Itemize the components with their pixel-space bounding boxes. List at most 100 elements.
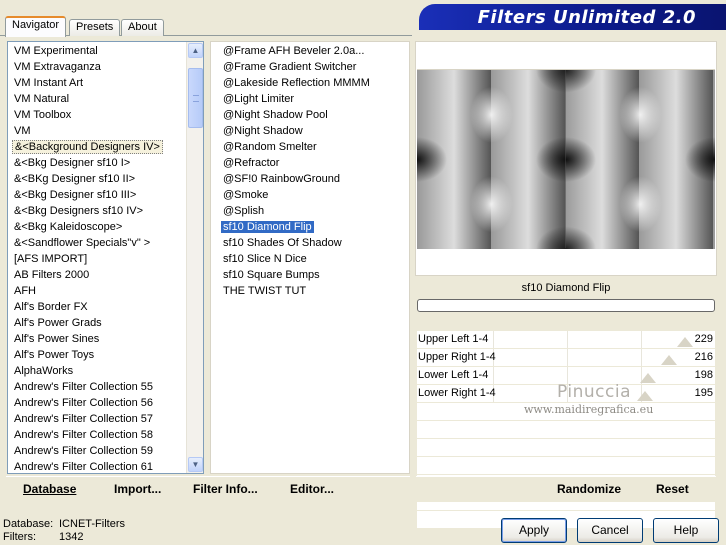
filter-item[interactable]: @Random Smelter — [217, 139, 409, 155]
filter-item[interactable]: sf10 Shades Of Shadow — [217, 235, 409, 251]
param-value: 195 — [694, 387, 713, 399]
filter-item[interactable]: @Splish — [217, 203, 409, 219]
watermark-name: Pinuccia — [557, 382, 631, 402]
category-item-label: Alf's Border FX — [14, 301, 88, 313]
apply-button[interactable]: Apply — [501, 518, 567, 543]
category-item[interactable]: [AFS IMPORT] — [8, 251, 203, 267]
slider-thumb[interactable] — [637, 391, 653, 401]
filters-info-value: 1342 — [59, 531, 84, 543]
right-toolbar: Randomize Reset — [416, 476, 716, 502]
category-item[interactable]: VM Extravaganza — [8, 59, 203, 75]
filter-item[interactable]: @Lakeside Reflection MMMM — [217, 75, 409, 91]
filter-item[interactable]: @SF!0 RainbowGround — [217, 171, 409, 187]
category-item[interactable]: Alf's Power Toys — [8, 347, 203, 363]
filter-item[interactable]: sf10 Diamond Flip — [217, 219, 409, 235]
category-item[interactable]: Alf's Power Sines — [8, 331, 203, 347]
category-item[interactable]: VM Natural — [8, 91, 203, 107]
filter-item[interactable]: @Frame AFH Beveler 2.0a... — [217, 43, 409, 59]
param-label: Upper Right 1-4 — [418, 351, 496, 363]
filter-item[interactable]: @Refractor — [217, 155, 409, 171]
category-item-label: VM Extravaganza — [14, 61, 101, 73]
category-list[interactable]: VM Experimental VM Extravaganza VM Instant… — [7, 41, 204, 474]
chevron-up-icon[interactable]: ▲ — [188, 43, 203, 58]
tab-navigator[interactable]: Navigator — [5, 16, 67, 37]
filter-info-button[interactable]: Filter Info... — [193, 482, 258, 496]
category-item-label: VM — [14, 125, 31, 137]
category-item-label: &<BKg Designer sf10 II> — [14, 173, 136, 185]
chevron-down-icon[interactable]: ▼ — [188, 457, 203, 472]
category-item[interactable]: AlphaWorks — [8, 363, 203, 379]
filter-item[interactable]: @Frame Gradient Switcher — [217, 59, 409, 75]
tab-about[interactable]: About — [121, 19, 164, 36]
database-info-label: Database: — [3, 518, 54, 530]
category-item-label: VM Experimental — [14, 45, 98, 57]
slider-thumb[interactable] — [677, 337, 693, 347]
category-item[interactable]: Andrew's Filter Collection 59 — [8, 443, 203, 459]
filter-item-label: @Light Limiter — [223, 93, 295, 105]
param-value: 198 — [694, 369, 713, 381]
param-label: Lower Left 1-4 — [418, 369, 489, 381]
param-slider-row[interactable]: Upper Right 1-4 216 — [417, 349, 715, 367]
tab-presets[interactable]: Presets — [69, 19, 121, 36]
category-item[interactable]: &<Bkg Designer sf10 III> — [8, 187, 203, 203]
filter-item[interactable]: @Smoke — [217, 187, 409, 203]
apply-label: Apply — [518, 523, 550, 537]
category-item[interactable]: Alf's Power Grads — [8, 315, 203, 331]
filter-item-label: @Smoke — [223, 189, 269, 201]
category-item-label: VM Natural — [14, 93, 70, 105]
category-item-label: VM Toolbox — [14, 109, 72, 121]
filter-item-label: sf10 Slice N Dice — [223, 253, 307, 265]
scrollbar-thumb[interactable] — [188, 68, 203, 128]
category-item[interactable]: Andrew's Filter Collection 58 — [8, 427, 203, 443]
category-item[interactable]: &<BKg Designer sf10 II> — [8, 171, 203, 187]
slider-thumb[interactable] — [661, 355, 677, 365]
help-button[interactable]: Help — [653, 518, 719, 543]
selected-filter-name: sf10 Diamond Flip — [521, 282, 611, 294]
category-item[interactable]: &<Bkg Designer sf10 I> — [8, 155, 203, 171]
category-item-label: &<Sandflower Specials"v" > — [14, 237, 151, 249]
param-label: Lower Right 1-4 — [418, 387, 496, 399]
category-item[interactable]: Andrew's Filter Collection 56 — [8, 395, 203, 411]
filter-item[interactable]: @Light Limiter — [217, 91, 409, 107]
slider-thumb[interactable] — [640, 373, 656, 383]
filter-item[interactable]: sf10 Slice N Dice — [217, 251, 409, 267]
category-item-label: AlphaWorks — [14, 365, 74, 377]
category-item[interactable]: &<Bkg Kaleidoscope> — [8, 219, 203, 235]
category-item[interactable]: VM — [8, 123, 203, 139]
filter-item[interactable]: @Night Shadow Pool — [217, 107, 409, 123]
param-label: Upper Left 1-4 — [418, 333, 489, 345]
param-slider-row[interactable]: Upper Left 1-4 229 — [417, 331, 715, 349]
filter-item[interactable]: sf10 Square Bumps — [217, 267, 409, 283]
reset-button[interactable]: Reset — [656, 482, 689, 496]
filter-item-label: @Refractor — [223, 157, 280, 169]
editor-button[interactable]: Editor... — [290, 482, 334, 496]
category-item[interactable]: VM Instant Art — [8, 75, 203, 91]
param-row-empty — [417, 457, 715, 475]
filter-item-label: @Frame Gradient Switcher — [223, 61, 357, 73]
category-item[interactable]: Andrew's Filter Collection 55 — [8, 379, 203, 395]
category-item[interactable]: AB Filters 2000 — [8, 267, 203, 283]
category-item[interactable]: &<Bkg Designers sf10 IV> — [8, 203, 203, 219]
category-scrollbar[interactable]: ▲ ▼ — [186, 42, 203, 473]
filter-list[interactable]: @Frame AFH Beveler 2.0a... @Frame Gradien… — [210, 41, 410, 474]
category-item[interactable]: &<Background Designers IV> — [8, 139, 203, 155]
database-label: Database — [23, 482, 77, 496]
import-button[interactable]: Import... — [114, 482, 161, 496]
filter-item-label: @Frame AFH Beveler 2.0a... — [223, 45, 365, 57]
category-item[interactable]: VM Toolbox — [8, 107, 203, 123]
category-item[interactable]: VM Experimental — [8, 43, 203, 59]
category-item-label: [AFS IMPORT] — [14, 253, 88, 265]
slider-tick — [641, 349, 642, 366]
category-item[interactable]: &<Sandflower Specials"v" > — [8, 235, 203, 251]
category-item[interactable]: AFH — [8, 283, 203, 299]
cancel-button[interactable]: Cancel — [577, 518, 643, 543]
category-item[interactable]: Alf's Border FX — [8, 299, 203, 315]
category-item[interactable]: Andrew's Filter Collection 57 — [8, 411, 203, 427]
filter-item[interactable]: @Night Shadow — [217, 123, 409, 139]
database-button[interactable]: Database — [23, 482, 76, 496]
tab-navigator-label: Navigator — [12, 19, 60, 31]
category-item-label: Andrew's Filter Collection 59 — [14, 445, 154, 457]
randomize-button[interactable]: Randomize — [557, 482, 621, 496]
category-item[interactable]: Andrew's Filter Collection 61 — [8, 459, 203, 473]
filter-item[interactable]: THE TWIST TUT — [217, 283, 409, 299]
